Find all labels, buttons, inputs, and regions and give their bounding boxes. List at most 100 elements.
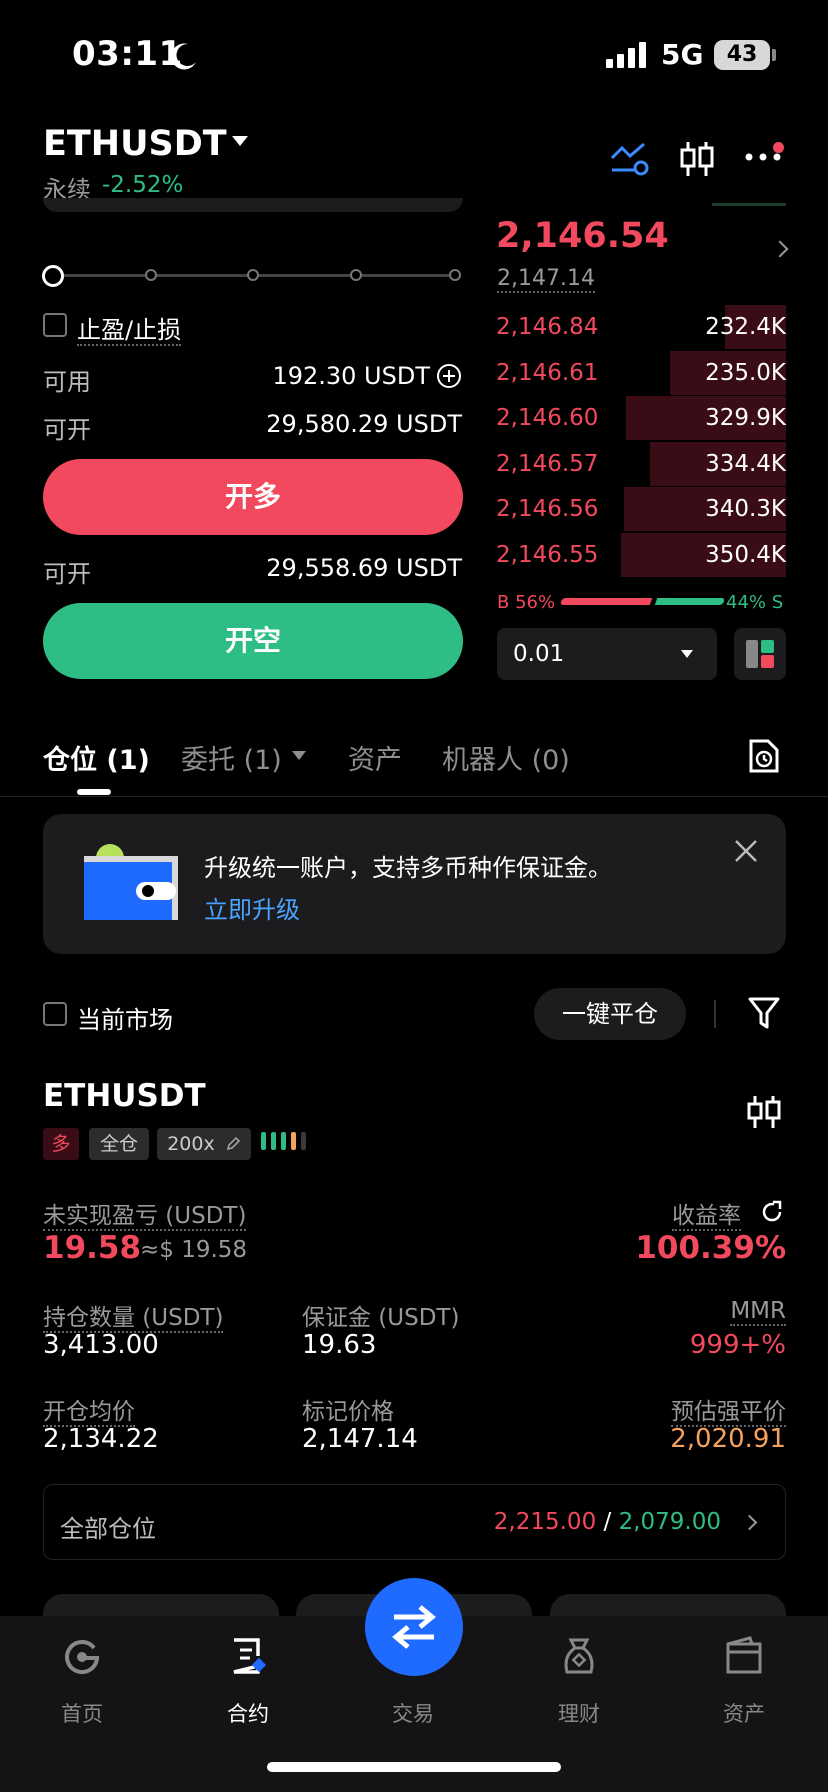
sell-ratio: 44% S [726,592,784,613]
ask-amount: 334.4K [705,450,786,477]
battery-tip [772,49,776,61]
ask-price: 2,146.56 [496,496,599,523]
order-type-panel-edge [43,198,463,212]
home-indicator [267,1762,561,1772]
close-all-button[interactable]: 一键平仓 [534,988,686,1040]
position-symbol[interactable]: ETHUSDT [43,1078,206,1114]
unrealized-pnl-label[interactable]: 未实现盈亏 (USDT) [43,1196,247,1231]
liquidation-price-label[interactable]: 预估强平价 [671,1392,786,1427]
divider [0,796,828,797]
trade-button[interactable] [365,1578,463,1676]
orderbook-layout-button[interactable] [734,628,786,680]
roe-value: 100.39% [635,1230,786,1266]
ask-amount: 232.4K [705,314,786,340]
can-open-short-value: 29,558.69 USDT [266,554,462,582]
add-funds-icon[interactable] [436,363,462,389]
mark-price-value: 2,147.14 [302,1424,418,1454]
price-range: 2,215.00 / 2,079.00 [494,1509,721,1535]
tab-bots[interactable]: 机器人 (0) [442,738,570,777]
mmr-label[interactable]: MMR [730,1298,786,1326]
entry-price-value: 2,134.22 [43,1424,159,1454]
adl-level-bar [301,1132,306,1150]
more-icon[interactable] [744,152,782,162]
notification-dot [773,142,784,153]
buy-ratio-bar [559,598,653,605]
active-tab-indicator [77,789,111,795]
ask-amount: 340.3K [705,496,786,523]
tpsl-label[interactable]: 止盈/止损 [77,310,182,346]
slider-step[interactable] [350,269,362,281]
order-history-icon[interactable] [748,738,780,774]
candlestick-chart-icon[interactable] [678,140,716,178]
leverage-value: 200x [167,1133,215,1155]
ask-price: 2,146.57 [496,450,599,477]
roe-label[interactable]: 收益率 [672,1196,741,1231]
ask-price: 2,146.60 [496,405,599,432]
last-price: 2,146.54 [496,216,669,256]
slider-step[interactable] [145,269,157,281]
orderbook-ask-row[interactable]: 2,146.55 350.4K [496,532,786,578]
slider-thumb[interactable] [42,265,64,287]
ask-amount: 329.9K [705,405,786,432]
mark-price-label: 标记价格 [302,1399,394,1425]
range-separator: / [596,1509,619,1535]
signal-icon [606,42,646,68]
adl-level-bar [291,1132,296,1150]
chevron-down-icon[interactable] [232,136,248,146]
candlestick-chart-icon[interactable] [746,1094,782,1130]
open-long-button[interactable]: 开多 [43,459,463,535]
orderbook-bid-remnant [712,203,786,206]
orderbook-ask-row[interactable]: 2,146.57 334.4K [496,441,786,487]
nav-label: 合约 [227,1702,269,1726]
slider-step[interactable] [449,269,461,281]
liquidation-price-value: 2,020.91 [670,1424,786,1454]
orderbook-ask-row[interactable]: 2,146.60 329.9K [496,395,786,441]
mmr-value: 999+% [689,1330,786,1360]
home-icon [65,1640,100,1675]
current-market-checkbox[interactable] [43,1002,67,1026]
price-change: -2.52% [102,172,184,198]
contract-icon [233,1638,267,1674]
finance-icon [564,1638,594,1674]
position-qty-label[interactable]: 持仓数量 (USDT) [43,1298,224,1333]
chevron-right-icon[interactable] [771,240,789,258]
chevron-down-icon[interactable] [292,751,306,760]
close-icon[interactable] [733,838,759,864]
divider [714,1000,716,1028]
nav-label: 资产 [723,1702,765,1726]
chevron-down-icon [681,650,693,658]
layout-icon [746,640,774,668]
price-alert-chart-icon[interactable] [610,140,650,176]
symbol-selector[interactable]: ETHUSDT [43,124,227,164]
edit-icon [226,1136,240,1151]
orderbook-ask-row[interactable]: 2,146.84 232.4K [496,304,786,350]
range-low: 2,079.00 [618,1509,721,1535]
open-short-button[interactable]: 开空 [43,603,463,679]
upgrade-now-link[interactable]: 立即升级 [204,890,300,925]
trade-swap-icon [392,1605,436,1649]
all-positions-row[interactable]: 全部仓位 2,215.00 / 2,079.00 [43,1484,786,1560]
leverage-tag[interactable]: 200x [157,1128,251,1160]
slider-step[interactable] [247,269,259,281]
adl-level-bar [261,1132,266,1150]
mark-price: 2,147.14 [497,266,595,293]
battery-indicator: 43 [714,40,770,70]
share-icon[interactable] [760,1200,784,1224]
margin-value: 19.63 [302,1330,377,1360]
banner-text: 升级统一账户，支持多币种作保证金。 [204,854,612,882]
tab-assets[interactable]: 资产 [348,738,402,777]
tab-orders[interactable]: 委托 (1) [181,738,282,777]
wallet-icon [726,1636,762,1674]
tab-positions[interactable]: 仓位 (1) [43,738,150,777]
filter-icon[interactable] [748,996,780,1030]
entry-price-label[interactable]: 开仓均价 [43,1392,135,1427]
precision-select[interactable]: 0.01 [497,628,717,680]
orderbook-ask-row[interactable]: 2,146.61 235.0K [496,350,786,396]
tpsl-checkbox[interactable] [43,313,67,337]
current-market-label[interactable]: 当前市场 [77,1000,173,1035]
status-time: 03:11 [72,34,183,74]
ask-price: 2,146.84 [496,314,599,340]
nav-label: 交易 [392,1702,434,1726]
orderbook-ask-row[interactable]: 2,146.56 340.3K [496,486,786,532]
unrealized-pnl-value: 19.58 [43,1230,142,1266]
